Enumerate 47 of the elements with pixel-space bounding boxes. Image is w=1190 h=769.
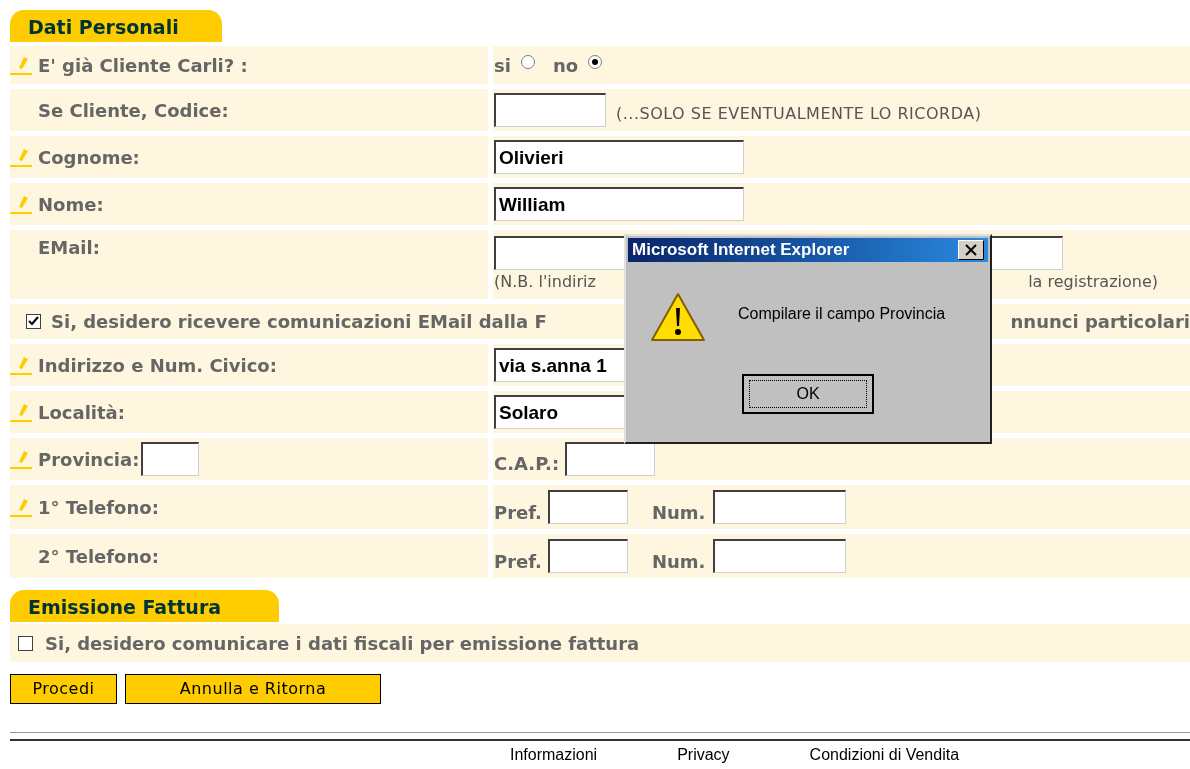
phone-field[interactable] xyxy=(713,539,847,573)
field-hint: la registrazione) xyxy=(1028,270,1158,293)
field-label: Pref. xyxy=(494,549,542,574)
form-button[interactable]: Procedi xyxy=(10,674,117,704)
text-field[interactable]: William xyxy=(494,187,744,221)
footer-link[interactable]: Condizioni di Vendita xyxy=(809,743,960,767)
checkbox[interactable] xyxy=(18,635,33,651)
field-label: Num. xyxy=(651,500,706,525)
field-label: C.A.P.: xyxy=(494,451,560,476)
field-label: Se Cliente, Codice: xyxy=(38,98,229,123)
field-label: Pref. xyxy=(494,500,542,525)
ok-button[interactable]: OK xyxy=(742,374,874,414)
field-label: Cognome: xyxy=(38,145,140,170)
warning-icon xyxy=(650,292,706,344)
field-label: E' già Cliente Carli? : xyxy=(38,53,248,78)
postcode-field[interactable] xyxy=(565,442,656,476)
footer-link[interactable]: Informazioni xyxy=(510,743,598,767)
text-field[interactable]: Olivieri xyxy=(494,140,744,174)
field-label: 1° Telefono: xyxy=(38,495,159,520)
field-label: Provincia: xyxy=(38,447,140,472)
dialog-title: Microsoft Internet Explorer xyxy=(632,239,850,262)
field-hint: (N.B. l'indiriz xyxy=(494,270,596,293)
checkbox[interactable] xyxy=(26,314,41,329)
form-button[interactable]: Annulla e Ritorna xyxy=(125,674,381,704)
close-icon xyxy=(965,244,977,256)
checkbox-label: nnunci particolari xyxy=(1010,310,1190,334)
dialog-message: Compilare il campo Provincia xyxy=(738,304,946,324)
radio-label: si xyxy=(494,53,511,78)
area-code-field[interactable] xyxy=(547,490,628,524)
field-label: Località: xyxy=(38,400,125,425)
field-label: Num. xyxy=(651,549,706,574)
close-button[interactable] xyxy=(958,240,984,260)
field-hint: (...SOLO SE EVENTUALMENTE LO RICORDA) xyxy=(616,103,982,125)
radio-button[interactable] xyxy=(520,55,535,69)
field-label: Nome: xyxy=(38,192,104,217)
field-label: EMail: xyxy=(38,236,100,260)
radio-label: no xyxy=(552,53,579,78)
province-field[interactable] xyxy=(141,442,200,476)
field-label: 2° Telefono: xyxy=(38,544,159,569)
text-field[interactable] xyxy=(494,93,606,127)
checkbox-label: Si, desidero ricevere comunicazioni EMail dalla F xyxy=(51,310,547,334)
field-label: Indirizzo e Num. Civico: xyxy=(38,353,277,378)
radio-button[interactable] xyxy=(588,55,603,69)
phone-field[interactable] xyxy=(713,490,847,524)
area-code-field[interactable] xyxy=(547,539,628,573)
checkbox-label: Si, desidero comunicare i dati fiscali per emissione fattura xyxy=(45,631,640,656)
footer-link[interactable]: Privacy xyxy=(677,743,730,767)
